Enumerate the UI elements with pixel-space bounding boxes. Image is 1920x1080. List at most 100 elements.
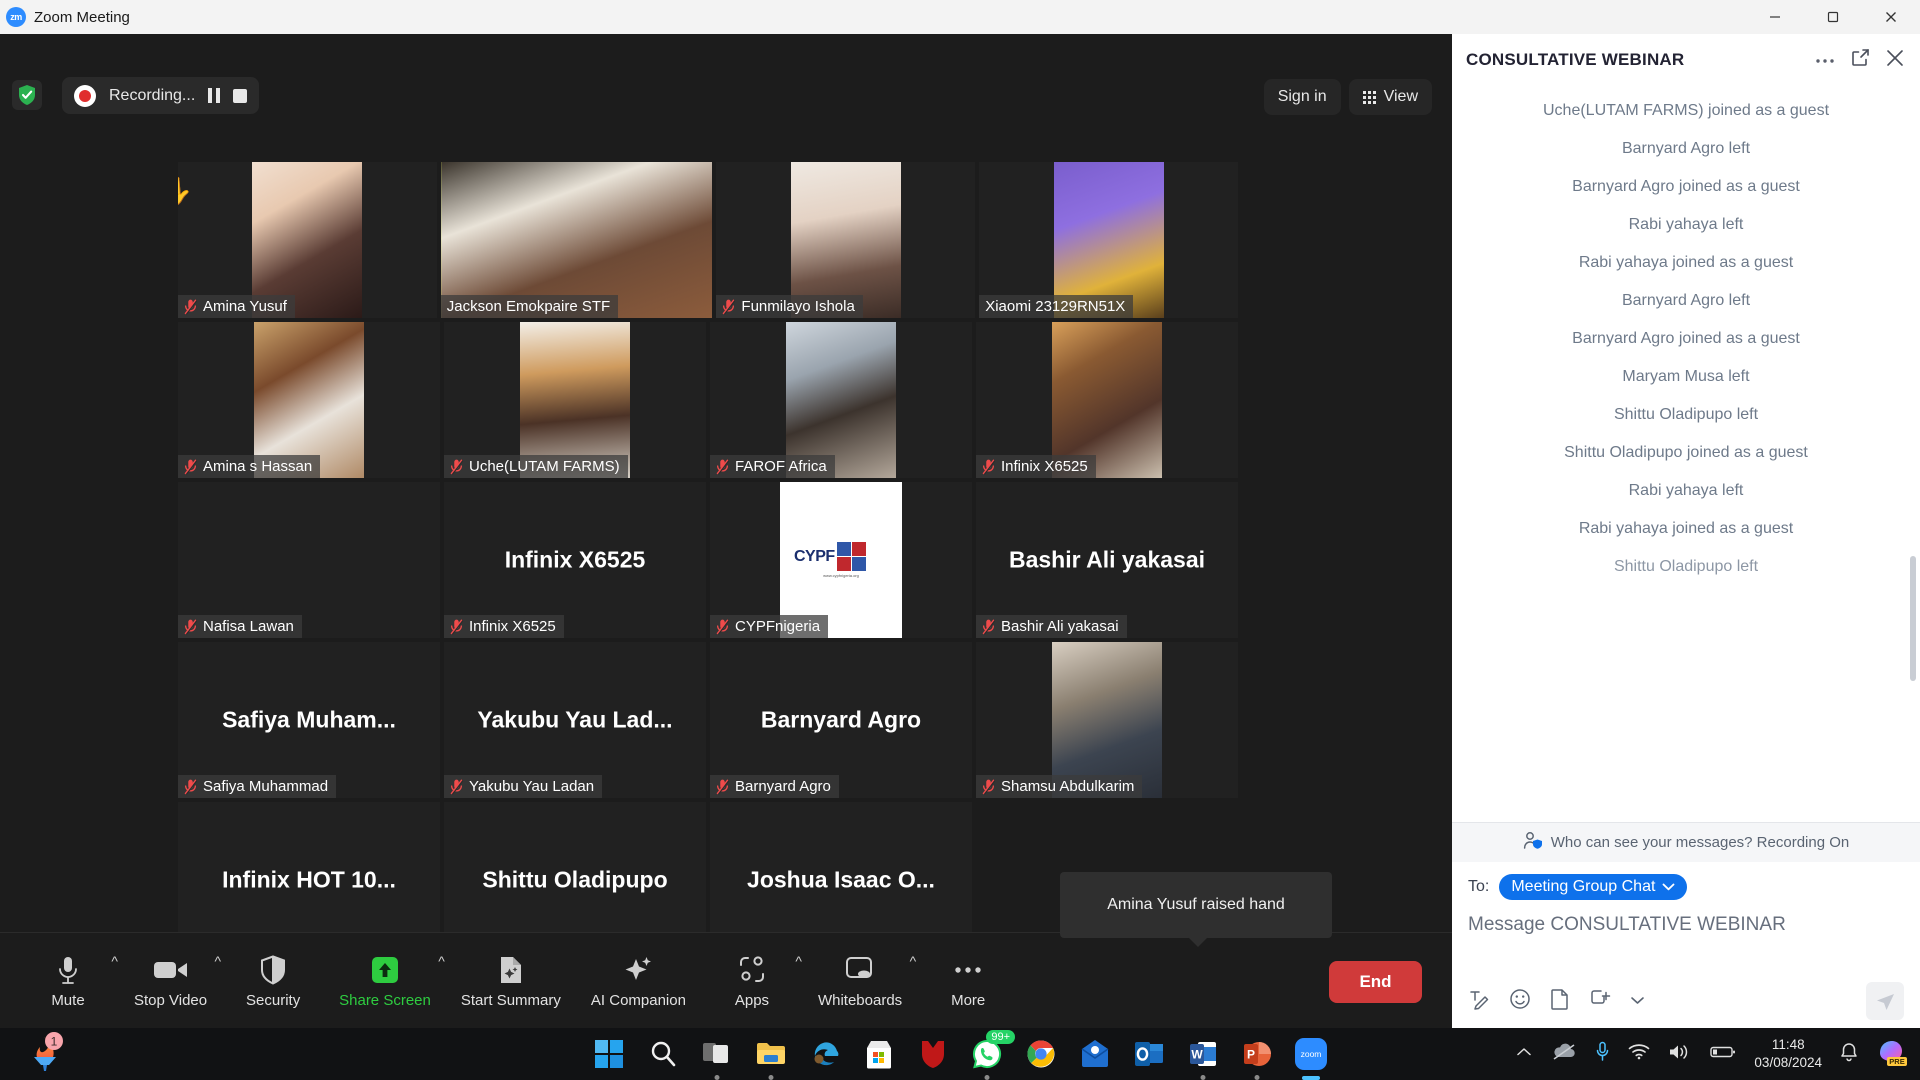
clock-date: 03/08/2024 [1754,1055,1822,1070]
file-icon[interactable] [1550,988,1570,1015]
taskbar-clock[interactable]: 11:48 03/08/2024 [1754,1036,1822,1072]
record-dot-icon [74,84,96,107]
participant-tile[interactable]: Jackson Emokpaire STF [440,162,713,318]
windows-start-icon[interactable] [589,1034,629,1074]
participant-name-badge: Amina s Hassan [178,455,321,478]
toolbar-stop-video-button[interactable]: Stop Video ^ [128,943,221,1021]
toolbar-more-button[interactable]: More [926,943,1010,1021]
format-text-icon[interactable] [1468,988,1490,1015]
minimize-icon[interactable] [1746,0,1804,34]
participant-name: Shamsu Abdulkarim [1001,778,1135,795]
flame-app-icon[interactable]: 1 [24,1029,68,1078]
powerpoint-icon[interactable]: P [1237,1034,1277,1080]
toolbar-mute-button[interactable]: Mute ^ [26,943,118,1021]
recipient-selector[interactable]: Meeting Group Chat [1499,874,1688,900]
participant-tile[interactable]: FAROF Africa [710,322,972,478]
wifi-icon[interactable] [1628,1043,1650,1065]
participant-tile[interactable]: Yakubu Yau Lad... Yakubu Yau Ladan [444,642,706,798]
screenshot-icon[interactable] [1589,988,1611,1015]
participant-tile[interactable]: Uche(LUTAM FARMS) [444,322,706,478]
participant-tile[interactable]: ✋ Amina Yusuf [178,162,437,318]
end-meeting-button[interactable]: End [1329,960,1422,1003]
system-tray: 11:48 03/08/2024 PRE [1515,1036,1910,1072]
chat-message-list[interactable]: Uche(LUTAM FARMS) joined as a guest Barny… [1452,86,1920,822]
muted-microphone-icon [450,778,463,795]
stop-icon[interactable] [233,88,248,103]
volume-icon[interactable] [1668,1043,1692,1066]
show-hidden-icons-icon[interactable] [1515,1045,1533,1063]
chat-system-message: Barnyard Agro joined as a guest [1572,178,1800,195]
security-shield-icon[interactable] [12,80,42,110]
mcafee-icon[interactable] [913,1034,953,1074]
message-input[interactable]: Message CONSULTATIVE WEBINAR [1468,914,1904,976]
participant-tile[interactable]: Barnyard Agro Barnyard Agro [710,642,972,798]
running-indicator-dot [984,1075,990,1080]
onedrive-offline-icon[interactable] [1551,1043,1577,1066]
participant-tile[interactable]: Bashir Ali yakasai Bashir Ali yakasai [976,482,1238,638]
mail-icon[interactable] [1075,1034,1115,1074]
word-icon[interactable]: W [1183,1034,1223,1080]
whatsapp-icon[interactable]: 99+ [967,1030,1015,1080]
toolbar-share-screen-button[interactable]: Share Screen ^ [333,943,445,1021]
toolbar-whiteboards-button[interactable]: Whiteboards ^ [812,943,916,1021]
outlook-icon[interactable] [1129,1034,1169,1074]
sign-in-button[interactable]: Sign in [1263,79,1341,115]
pop-out-icon[interactable] [1851,48,1870,72]
participant-tile[interactable]: Funmilayo Ishola [716,162,976,318]
zoom-meeting-window: Recording... Sign in View ✋ Amina Yusuf Ja… [0,34,1452,1030]
microsoft-edge-icon[interactable] [805,1034,845,1074]
participant-tile[interactable]: Nafisa Lawan [178,482,440,638]
chat-system-message: Rabi yahaya joined as a guest [1578,254,1794,271]
battery-icon[interactable] [1710,1045,1736,1064]
zoom-icon[interactable]: zoom [1291,1034,1331,1080]
notifications-icon[interactable] [1840,1042,1858,1067]
svg-text:P: P [1247,1048,1255,1062]
copilot-pre-icon[interactable]: PRE [1876,1037,1910,1072]
chevron-up-icon[interactable]: ^ [910,953,917,969]
file-explorer-icon[interactable] [751,1034,791,1080]
participant-name-badge: CYPFnigeria [710,615,829,638]
participant-tile[interactable]: Shamsu Abdulkarim [976,642,1238,798]
chevron-up-icon[interactable]: ^ [438,953,445,969]
chat-system-message: Rabi yahaya left [1628,482,1744,499]
participant-tile[interactable]: Xiaomi 23129RN51X [979,162,1239,318]
close-icon[interactable] [1862,0,1920,34]
maximize-icon[interactable] [1804,0,1862,34]
chevron-up-icon[interactable]: ^ [111,953,118,969]
chat-system-message: Shittu Oladipupo left [1613,406,1759,423]
chevron-up-icon[interactable]: ^ [795,953,802,969]
participant-name-badge: Jackson Emokpaire STF [440,295,619,318]
close-icon[interactable] [1886,49,1904,72]
participant-tile[interactable]: Amina s Hassan [178,322,440,478]
toolbar-ai-companion-button[interactable]: AI Companion [585,943,692,1021]
toolbar-security-button[interactable]: Security [231,943,315,1021]
toolbar-start-summary-button[interactable]: Start Summary [455,943,567,1021]
more-options-icon[interactable] [1815,51,1835,69]
emoji-icon[interactable] [1509,988,1531,1015]
microphone-active-icon[interactable] [1595,1041,1610,1067]
google-chrome-icon[interactable] [1021,1034,1061,1074]
ai-sparkle-icon [623,955,653,985]
send-icon[interactable] [1866,982,1904,1020]
grid-view-icon [1362,90,1376,104]
microsoft-store-icon[interactable] [859,1034,899,1074]
participant-tile[interactable]: Infinix X6525 Infinix X6525 [444,482,706,638]
participant-tile[interactable]: Infinix X6525 [976,322,1238,478]
chevron-down-icon[interactable] [1630,992,1645,1010]
toolbar-apps-button[interactable]: Apps ^ [710,943,802,1021]
participant-tile[interactable]: CYPF www.cypfnigeria.org CYPFnigeria [710,482,972,638]
running-indicator-dot [1254,1075,1260,1080]
task-view-icon[interactable] [697,1034,737,1080]
chevron-up-icon[interactable]: ^ [215,953,222,969]
chat-privacy-notice[interactable]: Who can see your messages? Recording On [1452,822,1920,862]
search-icon[interactable] [643,1034,683,1074]
muted-microphone-icon [716,618,729,635]
person-shield-icon [1523,831,1543,854]
pause-icon[interactable] [208,88,221,103]
view-button[interactable]: View [1348,79,1432,115]
chat-scrollbar[interactable] [1910,556,1916,681]
raised-hand-tooltip: Amina Yusuf raised hand [1060,872,1332,947]
muted-microphone-icon [716,778,729,795]
video-camera-icon [153,955,189,985]
participant-tile[interactable]: Safiya Muham... Safiya Muhammad [178,642,440,798]
